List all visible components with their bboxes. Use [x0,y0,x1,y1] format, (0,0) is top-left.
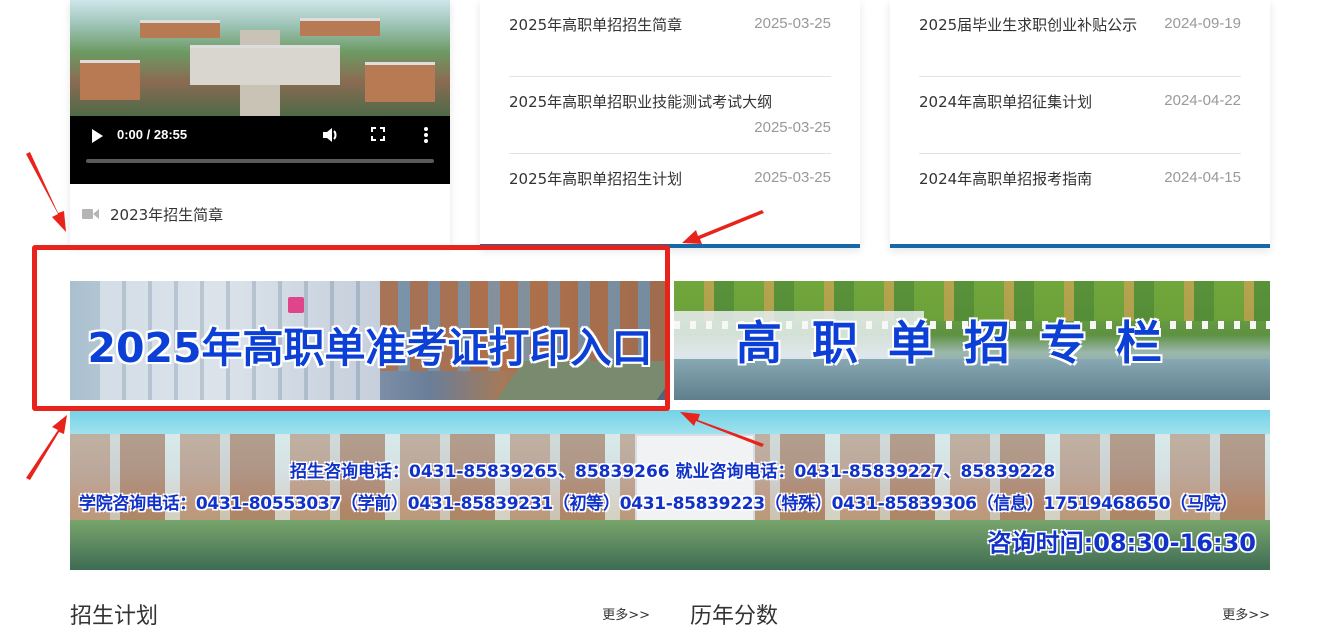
news-date: 2024-09-19 [1164,15,1241,32]
contact-info-banner: 招生咨询电话：0431-85839265、85839266 就业咨询电话：043… [70,410,1270,570]
consult-time: 咨询时间:08:30-16:30 [987,529,1256,557]
admission-ticket-banner[interactable]: 2025年高职单准考证打印入口 [70,281,670,400]
news-title[interactable]: 2025届毕业生求职创业补贴公示 [919,14,1137,35]
video-caption-text[interactable]: 2023年招生简章 [110,204,223,225]
admission-ticket-banner-title[interactable]: 2025年高职单准考证打印入口 [70,314,670,374]
news-item[interactable]: 2024年高职单招征集计划 2024-04-22 [919,77,1241,154]
video-card: 0:00 / 28:55 2023年招生简章 [70,0,450,245]
news-date: 2025-03-25 [754,169,831,186]
video-controls: 0:00 / 28:55 [70,116,450,184]
video-player[interactable]: 0:00 / 28:55 [70,0,450,184]
news-title[interactable]: 2024年高职单招报考指南 [919,168,1092,189]
section-historical-scores: 历年分数 更多>> [690,596,1270,629]
fullscreen-icon[interactable] [368,126,388,146]
news-date: 2025-03-25 [754,119,831,136]
news-card-left: 2025年高职单招招生简章 2025-03-25 2025年高职单招职业技能测试… [480,0,860,248]
section-title: 历年分数 [690,604,779,629]
news-item[interactable]: 2025年高职单招招生计划 2025-03-25 [509,154,831,231]
news-card-right: 2025届毕业生求职创业补贴公示 2024-09-19 2024年高职单招征集计… [890,0,1270,248]
news-date: 2024-04-22 [1164,92,1241,109]
campus-video-thumbnail[interactable] [70,0,450,116]
column-banner-title[interactable]: 高职单招专栏 [736,307,1192,373]
news-title[interactable]: 2024年高职单招征集计划 [919,91,1092,112]
news-title[interactable]: 2025年高职单招招生计划 [509,168,682,189]
news-item[interactable]: 2024年高职单招报考指南 2024-04-15 [919,154,1241,231]
volume-icon[interactable] [320,126,340,146]
news-item[interactable]: 2025届毕业生求职创业补贴公示 2024-09-19 [919,0,1241,77]
admission-phone-line: 招生咨询电话：0431-85839265、85839266 就业咨询电话：043… [290,462,1056,482]
vocational-admission-column-banner[interactable]: 高职单招专栏 [674,281,1270,400]
news-item[interactable]: 2025年高职单招职业技能测试考试大纲 2025-03-25 [509,77,831,154]
video-camera-icon [82,208,100,220]
news-item[interactable]: 2025年高职单招招生简章 2025-03-25 [509,0,831,77]
video-progress-bar[interactable] [86,159,434,163]
more-options-icon[interactable] [416,126,436,146]
news-title[interactable]: 2025年高职单招招生简章 [509,14,682,35]
section-title: 招生计划 [70,604,159,629]
building-logo-icon [288,297,304,313]
more-link[interactable]: 更多>> [602,604,650,623]
play-icon[interactable] [90,128,106,144]
college-phone-line: 学院咨询电话：0431-80553037（学前）0431-85839231（初等… [79,494,1238,514]
news-title[interactable]: 2025年高职单招职业技能测试考试大纲 [509,91,772,112]
news-date: 2024-04-15 [1164,169,1241,186]
section-enrollment-plan: 招生计划 更多>> [70,596,650,629]
news-date: 2025-03-25 [754,15,831,32]
more-link[interactable]: 更多>> [1222,604,1270,623]
video-time: 0:00 / 28:55 [117,127,188,142]
video-caption[interactable]: 2023年招生简章 [82,203,223,225]
